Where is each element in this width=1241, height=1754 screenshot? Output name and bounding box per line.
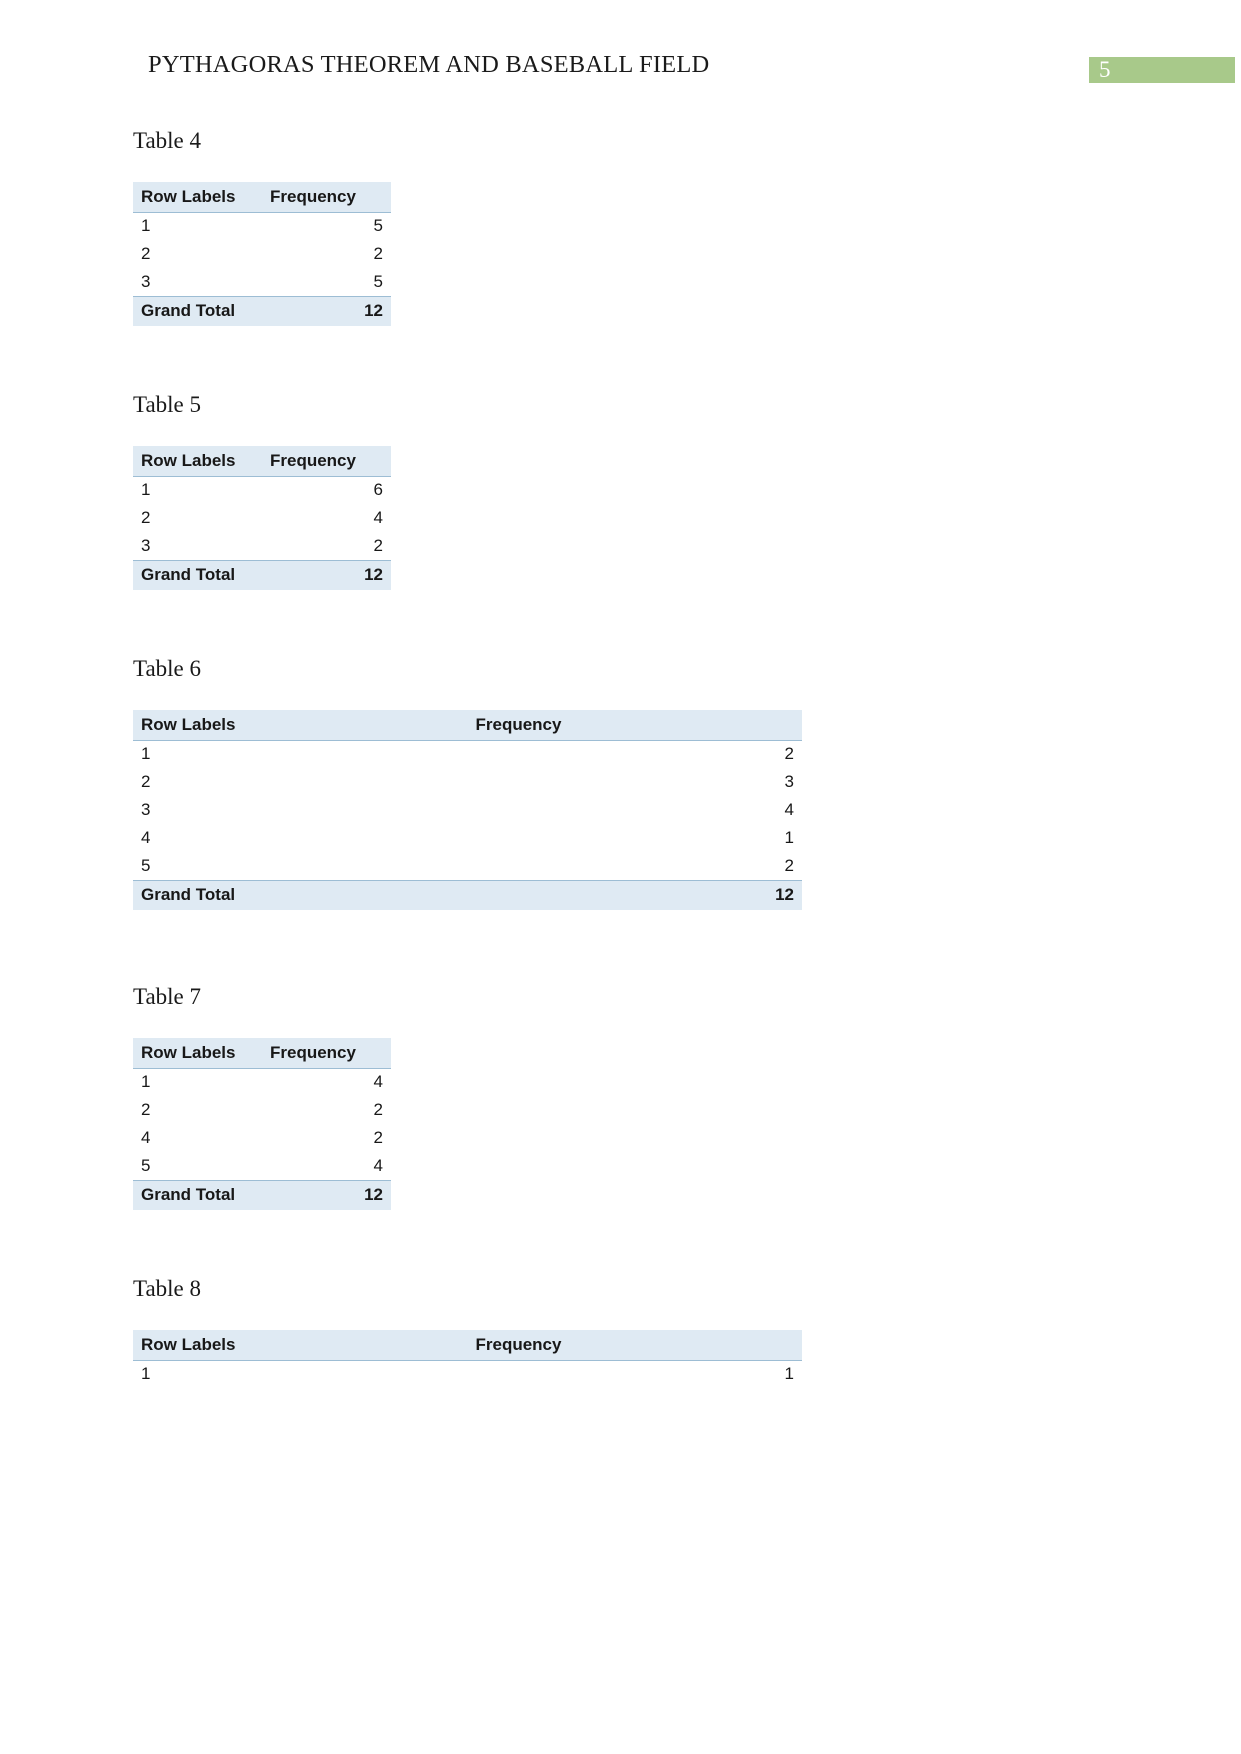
table-header-row: Row Labels Frequency	[133, 446, 391, 477]
table-row: 41	[133, 824, 802, 852]
cell-frequency-value: 4	[373, 1155, 383, 1175]
table-row: 24	[133, 504, 391, 532]
grand-total-value: 12	[467, 879, 802, 910]
cell-row-label: 1	[141, 1072, 151, 1092]
table-row: 23	[133, 768, 802, 796]
grand-total-row: Grand Total 12	[133, 879, 802, 910]
cell-row-label: 2	[141, 508, 151, 527]
column-header-row-labels: Row Labels	[133, 446, 262, 477]
column-header-frequency: Frequency	[262, 446, 391, 477]
table-row: 16	[133, 476, 391, 504]
cell-frequency-value: 4	[784, 800, 794, 819]
cell-frequency-value: 2	[373, 1100, 383, 1119]
pivot-table: Row Labels Frequency 1 5 2 2 3 5 Grand Total 12	[133, 182, 391, 326]
grand-total-label: Grand Total	[133, 1179, 262, 1210]
cell-frequency-value: 2	[373, 244, 383, 263]
cell-frequency-value: 2	[784, 744, 794, 764]
cell-frequency-value: 2	[373, 535, 383, 555]
cell-frequency-value: 5	[373, 271, 383, 291]
cell-frequency-value: 6	[373, 480, 383, 500]
grand-total-label: Grand Total	[133, 879, 468, 910]
cell-row-label: 5	[141, 1155, 151, 1175]
cell-row-label: 1	[141, 744, 151, 764]
cell-row-label: 3	[141, 535, 151, 555]
cell-frequency-value: 2	[784, 855, 794, 875]
column-header-row-labels: Row Labels	[133, 1330, 468, 1361]
table-row: 42	[133, 1124, 391, 1152]
column-header-row-labels: Row Labels	[133, 182, 262, 213]
grand-total-label: Grand Total	[133, 295, 262, 326]
column-header-frequency: Frequency	[262, 182, 391, 213]
table-block: Table 4 Row Labels Frequency 1 5 2 2 3 5 Grand To…	[133, 126, 1133, 326]
table-header-row: Row Labels Frequency	[133, 182, 391, 213]
cell-frequency-value: 4	[373, 1072, 383, 1092]
table-row: 54	[133, 1152, 391, 1180]
cell-frequency-value: 2	[373, 1128, 383, 1147]
table-row: 52	[133, 852, 802, 880]
page-running-header: PYTHAGORAS THEOREM AND BASEBALL FIELD 5	[0, 48, 1241, 92]
table-block: Table 5 Row Labels Frequency 1 6 2 4 3 2 Grand To…	[133, 390, 1133, 590]
cell-row-label: 1	[141, 216, 151, 236]
column-header-row-labels: Row Labels	[133, 1038, 262, 1069]
column-header-frequency: Frequency	[467, 1330, 802, 1361]
table-row: 32	[133, 532, 391, 560]
table-block: Table 8 Row Labels Frequency 1 1	[133, 1274, 1133, 1388]
grand-total-value: 12	[262, 1179, 391, 1210]
grand-total-value: 12	[262, 295, 391, 326]
cell-frequency-value: 1	[784, 828, 794, 847]
grand-total-row: Grand Total 12	[133, 295, 391, 326]
grand-total-label: Grand Total	[133, 559, 262, 590]
table-block: Table 6 Row Labels Frequency 1 2 2 3 3 4 4 1 5 2 Gran…	[133, 654, 1133, 910]
cell-row-label: 3	[141, 800, 151, 819]
grand-total-value: 12	[262, 559, 391, 590]
table-caption: Table 6	[133, 656, 202, 681]
table-header-row: Row Labels Frequency	[133, 1330, 802, 1361]
cell-frequency-value: 1	[784, 1364, 794, 1384]
pivot-table: Row Labels Frequency 1 4 2 2 4 2 5 4 Grand Total 12	[133, 1038, 391, 1210]
table-block: Table 7 Row Labels Frequency 1 4 2 2 4 2 5 4 Grand …	[133, 982, 1133, 1210]
table-header-row: Row Labels Frequency	[133, 710, 802, 741]
cell-row-label: 5	[141, 855, 151, 875]
cell-row-label: 2	[141, 1100, 151, 1119]
table-caption: Table 5	[133, 392, 202, 417]
cell-row-label: 4	[141, 828, 151, 847]
pivot-table: Row Labels Frequency 1 1	[133, 1330, 802, 1388]
table-caption: Table 7	[133, 984, 202, 1009]
grand-total-row: Grand Total 12	[133, 1179, 391, 1210]
column-header-row-labels: Row Labels	[133, 710, 468, 741]
table-row: 34	[133, 796, 802, 824]
table-row: 12	[133, 740, 802, 768]
cell-frequency-value: 4	[373, 508, 383, 527]
cell-row-label: 2	[141, 772, 151, 791]
cell-row-label: 1	[141, 480, 151, 500]
table-header-row: Row Labels Frequency	[133, 1038, 391, 1069]
cell-row-label: 4	[141, 1128, 151, 1147]
running-header-title: PYTHAGORAS THEOREM AND BASEBALL FIELD	[148, 51, 710, 78]
cell-row-label: 3	[141, 271, 151, 291]
cell-row-label: 2	[141, 244, 151, 263]
column-header-frequency: Frequency	[262, 1038, 391, 1069]
table-row: 22	[133, 240, 391, 268]
table-row: 15	[133, 212, 391, 240]
table-row: 35	[133, 268, 391, 296]
page-number-badge: 5	[1089, 57, 1235, 83]
table-caption: Table 4	[133, 128, 202, 153]
table-caption: Table 8	[133, 1276, 202, 1301]
page-number-text: 5	[1099, 57, 1111, 82]
table-row: 22	[133, 1096, 391, 1124]
cell-row-label: 1	[141, 1364, 151, 1384]
pivot-table: Row Labels Frequency 1 2 2 3 3 4 4 1 5 2 Grand Total…	[133, 710, 802, 910]
grand-total-row: Grand Total 12	[133, 559, 391, 590]
table-row: 11	[133, 1360, 802, 1388]
cell-frequency-value: 3	[784, 772, 794, 791]
cell-frequency-value: 5	[373, 216, 383, 236]
table-row: 14	[133, 1068, 391, 1096]
pivot-table: Row Labels Frequency 1 6 2 4 3 2 Grand Total 12	[133, 446, 391, 590]
column-header-frequency: Frequency	[467, 710, 802, 741]
document-body: Table 4 Row Labels Frequency 1 5 2 2 3 5 Grand To…	[133, 126, 1133, 1388]
